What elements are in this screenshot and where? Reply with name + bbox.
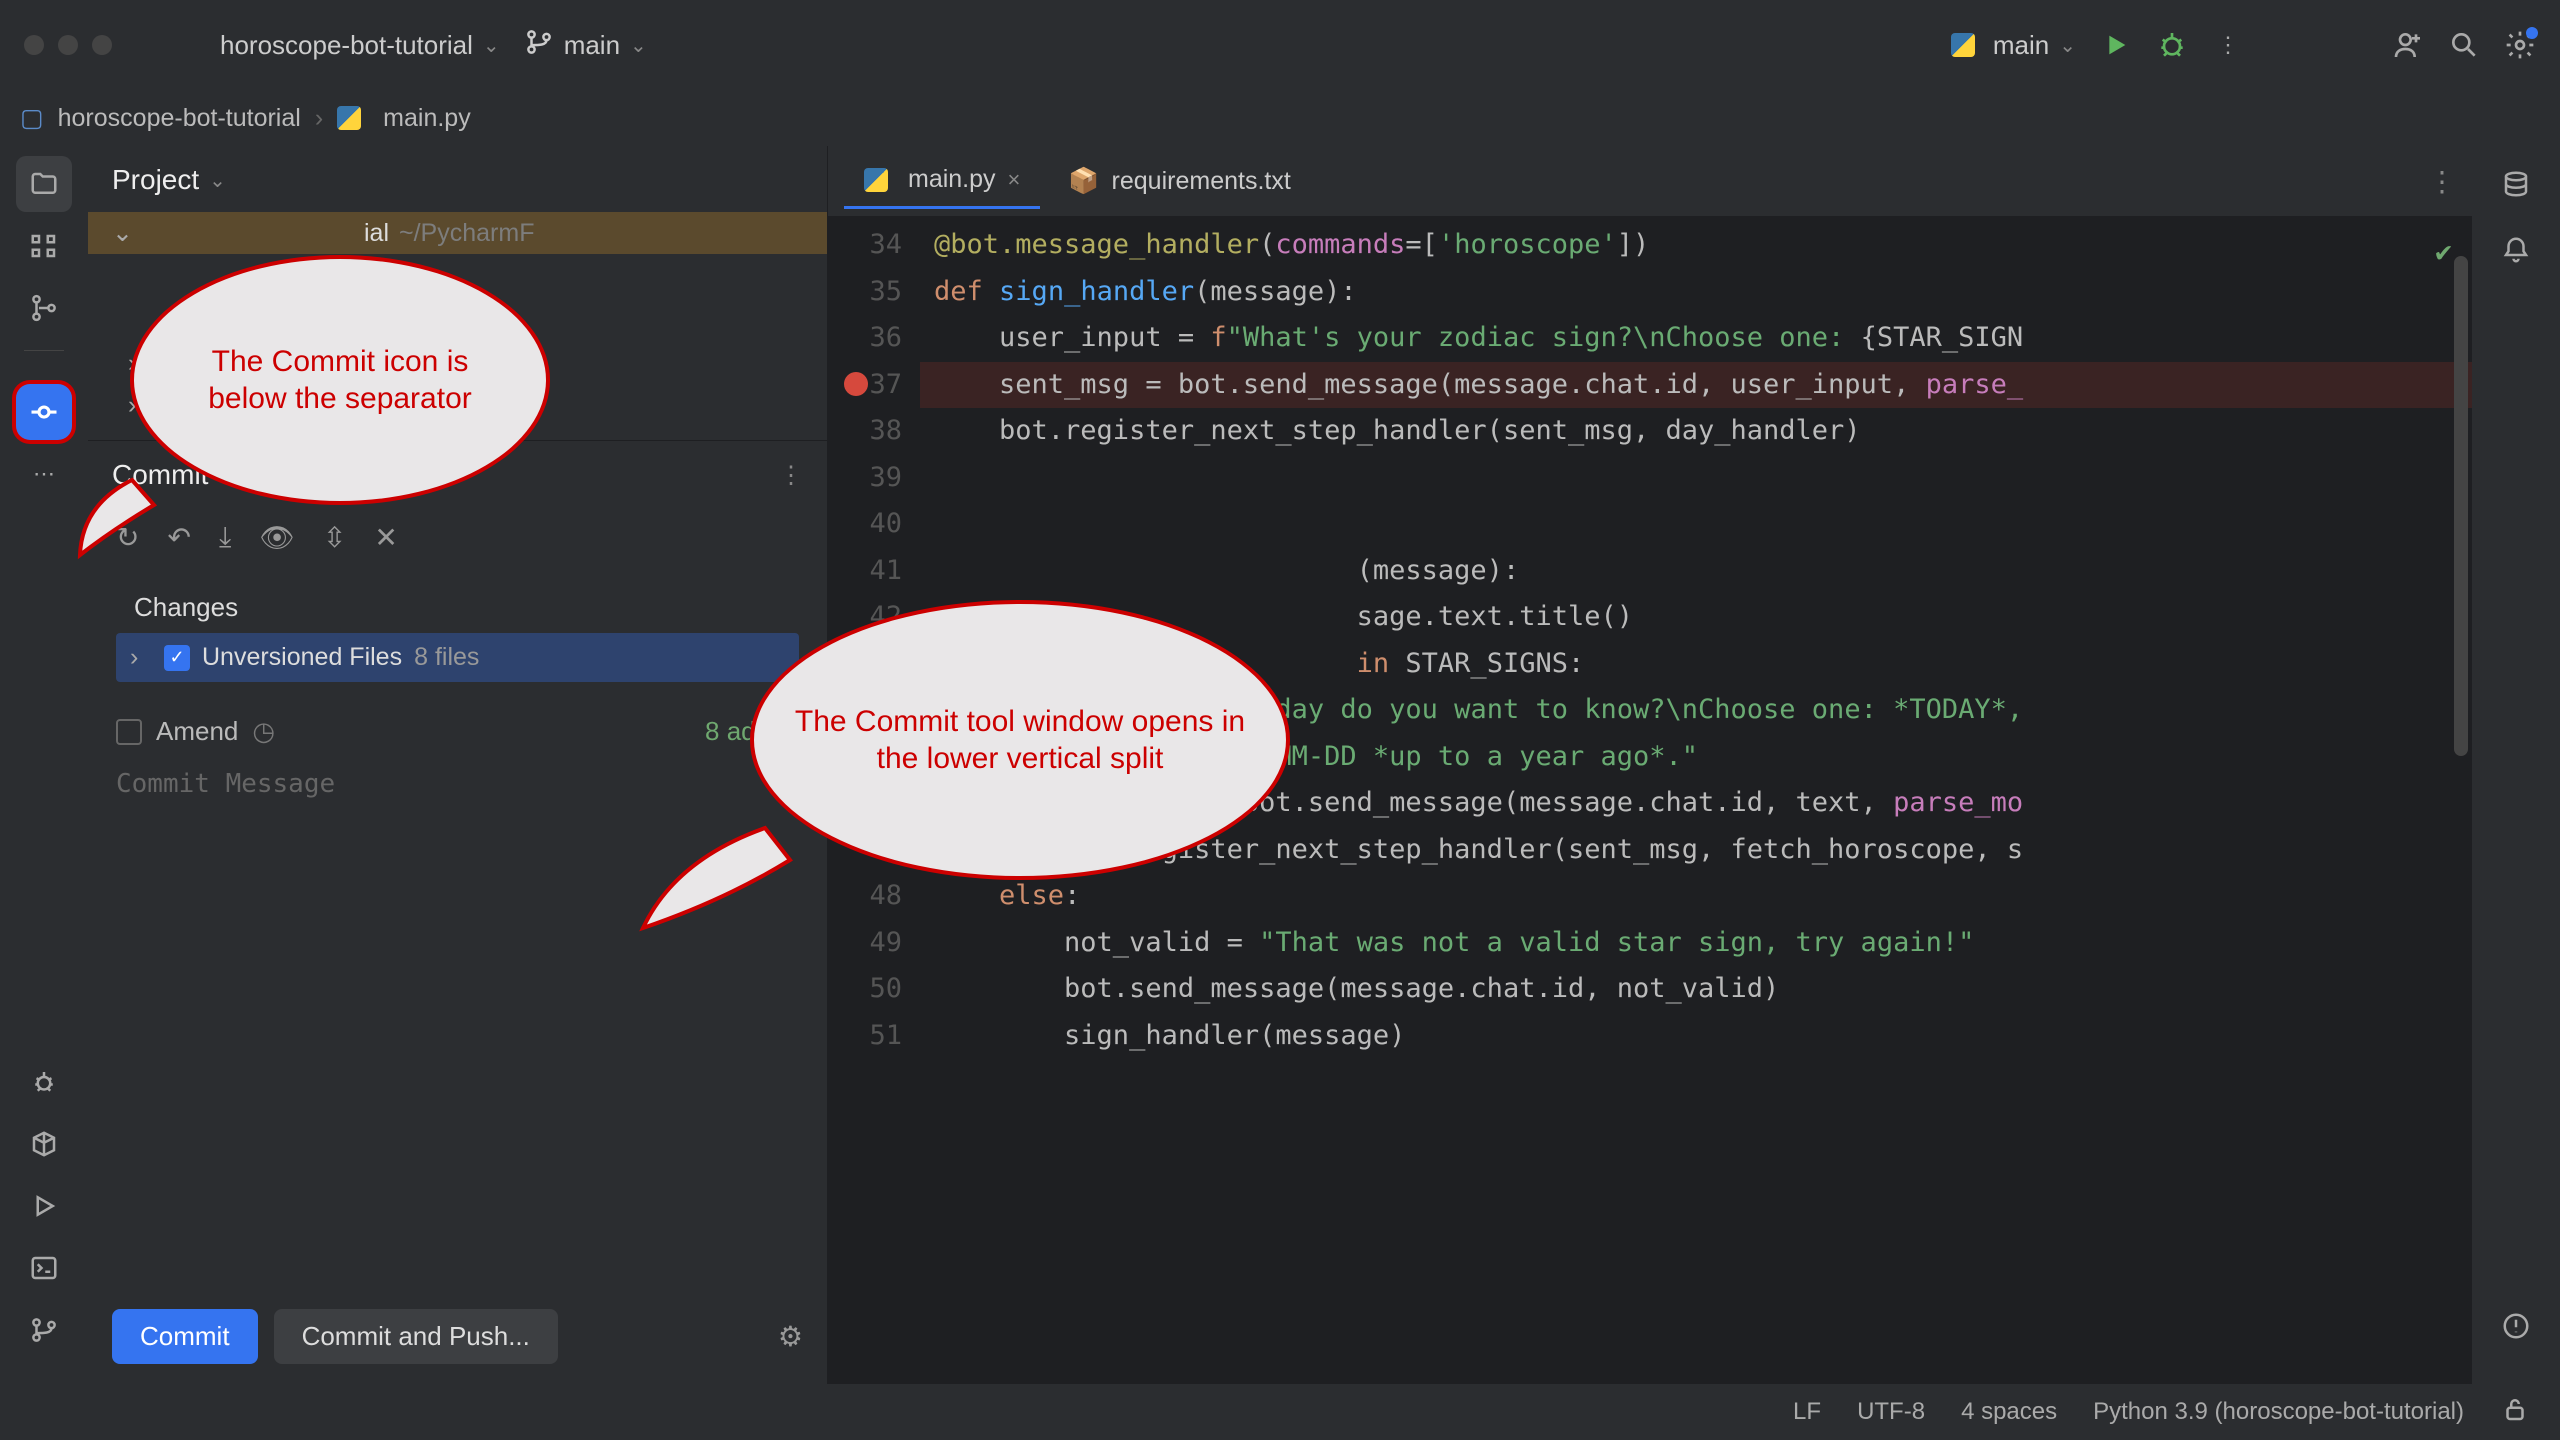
terminal-tool-button[interactable] xyxy=(16,1240,72,1296)
minimize-window-icon[interactable] xyxy=(58,35,78,55)
readonly-lock-icon[interactable] xyxy=(2500,1394,2530,1431)
file-icon: 📦 xyxy=(1068,167,1099,196)
titlebar: horoscope-bot-tutorial ⌄ main ⌄ main ⌄ ⋮ xyxy=(0,0,2560,90)
callout-tail-icon xyxy=(62,475,162,575)
python-packages-button[interactable] xyxy=(16,1116,72,1172)
close-tab-icon[interactable]: × xyxy=(1008,167,1021,193)
right-tool-rail xyxy=(2472,146,2560,1384)
amend-label: Amend xyxy=(156,716,238,747)
unversioned-label: Unversioned Files xyxy=(202,643,402,672)
chevron-down-icon: ⌄ xyxy=(483,33,500,58)
tree-root-row[interactable]: ⌄ ial ~/PycharmF xyxy=(88,212,827,254)
run-tool-button[interactable] xyxy=(16,1178,72,1234)
code-with-me-icon[interactable] xyxy=(2392,29,2424,61)
rollback-icon[interactable]: ↶ xyxy=(167,521,190,554)
commit-settings-icon[interactable]: ⚙ xyxy=(778,1320,803,1353)
tab-main-py[interactable]: main.py × xyxy=(844,153,1040,209)
project-tool-button[interactable] xyxy=(16,156,72,212)
callout-text: The Commit tool window opens in the lowe… xyxy=(790,703,1250,778)
editor-tabs: main.py × 📦 requirements.txt ⋮ xyxy=(828,146,2472,216)
commit-and-push-button[interactable]: Commit and Push... xyxy=(274,1309,558,1364)
run-button[interactable] xyxy=(2100,29,2132,61)
database-tool-button[interactable] xyxy=(2488,156,2544,212)
expand-collapse-icon[interactable]: ⇳ xyxy=(323,521,346,554)
tree-root-path: ~/PycharmF xyxy=(399,219,534,248)
branch-selector[interactable]: main ⌄ xyxy=(524,27,647,64)
project-selector[interactable]: horoscope-bot-tutorial ⌄ xyxy=(220,30,500,61)
git-tool-button[interactable] xyxy=(16,1302,72,1358)
tab-requirements[interactable]: 📦 requirements.txt xyxy=(1048,155,1310,208)
encoding[interactable]: UTF-8 xyxy=(1857,1398,1925,1426)
close-window-icon[interactable] xyxy=(24,35,44,55)
checkbox-checked-icon[interactable]: ✓ xyxy=(164,645,190,671)
panel-options-icon[interactable]: ⋮ xyxy=(779,461,803,490)
chevron-right-icon: › xyxy=(130,643,152,672)
breakpoint-icon[interactable] xyxy=(844,372,868,396)
python-icon xyxy=(1951,33,1975,57)
search-icon[interactable] xyxy=(2448,29,2480,61)
annotation-callout: The Commit icon is below the separator xyxy=(130,255,550,505)
vcs-tool-button[interactable] xyxy=(16,280,72,336)
changes-label: Changes xyxy=(116,582,799,633)
annotation-callout: The Commit tool window opens in the lowe… xyxy=(750,600,1290,880)
branch-name: main xyxy=(564,30,620,61)
breadcrumb-project[interactable]: horoscope-bot-tutorial xyxy=(58,104,301,133)
scrollbar[interactable] xyxy=(2454,256,2468,756)
callout-text: The Commit icon is below the separator xyxy=(170,343,510,418)
commit-tool-button[interactable] xyxy=(16,384,72,440)
breadcrumb: ▢ horoscope-bot-tutorial › main.py xyxy=(0,90,2560,146)
tab-label: requirements.txt xyxy=(1112,167,1291,196)
callout-tail-icon xyxy=(635,820,795,940)
unversioned-count: 8 files xyxy=(414,643,479,672)
branch-icon xyxy=(524,27,554,64)
module-icon: ▢ xyxy=(20,103,44,133)
run-config-selector[interactable]: main ⌄ xyxy=(1951,30,2076,61)
rail-separator xyxy=(24,350,64,370)
run-config-name: main xyxy=(1993,30,2049,61)
notification-dot-icon xyxy=(2526,27,2538,39)
breadcrumb-file[interactable]: main.py xyxy=(383,104,471,133)
project-panel-title: Project xyxy=(112,164,199,196)
window-controls xyxy=(24,35,112,55)
statusbar: LF UTF-8 4 spaces Python 3.9 (horoscope-… xyxy=(0,1384,2560,1440)
debug-button[interactable] xyxy=(2156,29,2188,61)
chevron-down-icon: ⌄ xyxy=(630,33,647,58)
commit-buttons: Commit Commit and Push... ⚙ xyxy=(88,1295,827,1384)
debug-tool-button[interactable] xyxy=(16,1054,72,1110)
chevron-down-icon: ⌄ xyxy=(2059,33,2076,58)
breadcrumb-separator: › xyxy=(315,104,323,133)
project-name: horoscope-bot-tutorial xyxy=(220,30,473,61)
unversioned-files-row[interactable]: › ✓ Unversioned Files 8 files xyxy=(116,633,799,682)
indent-setting[interactable]: 4 spaces xyxy=(1961,1398,2057,1426)
changes-section: Changes › ✓ Unversioned Files 8 files xyxy=(88,572,827,692)
line-ending[interactable]: LF xyxy=(1793,1398,1821,1426)
tree-root-name: ial xyxy=(364,219,389,248)
more-actions-button[interactable]: ⋮ xyxy=(2212,29,2244,61)
history-icon[interactable]: ◷ xyxy=(252,716,275,747)
amend-checkbox[interactable] xyxy=(116,719,142,745)
left-tool-rail: ⋯ xyxy=(0,146,88,1384)
python-icon xyxy=(864,168,888,192)
settings-icon[interactable] xyxy=(2504,29,2536,61)
tab-options-icon[interactable]: ⋮ xyxy=(2428,165,2456,198)
inspection-ok-icon[interactable]: ✔ xyxy=(2435,228,2452,276)
python-icon xyxy=(337,106,361,130)
show-diff-icon[interactable]: 👁 xyxy=(259,521,295,554)
chevron-down-icon: ⌄ xyxy=(112,218,134,248)
notifications-tool-button[interactable] xyxy=(2488,222,2544,278)
commit-button[interactable]: Commit xyxy=(112,1309,258,1364)
commit-toolbar: ↻ ↶ ⤓ 👁 ⇳ ✕ xyxy=(88,503,827,572)
structure-tool-button[interactable] xyxy=(16,218,72,274)
chevron-down-icon[interactable]: ⌄ xyxy=(209,168,226,193)
problems-tool-button[interactable] xyxy=(2488,1298,2544,1354)
amend-row: Amend ◷ 8 added xyxy=(88,692,827,757)
shelve-icon[interactable]: ⤓ xyxy=(219,521,231,554)
group-by-icon[interactable]: ✕ xyxy=(374,521,397,554)
maximize-window-icon[interactable] xyxy=(92,35,112,55)
interpreter[interactable]: Python 3.9 (horoscope-bot-tutorial) xyxy=(2093,1398,2464,1426)
project-panel-header: Project ⌄ xyxy=(88,146,827,208)
tab-label: main.py xyxy=(908,165,996,194)
